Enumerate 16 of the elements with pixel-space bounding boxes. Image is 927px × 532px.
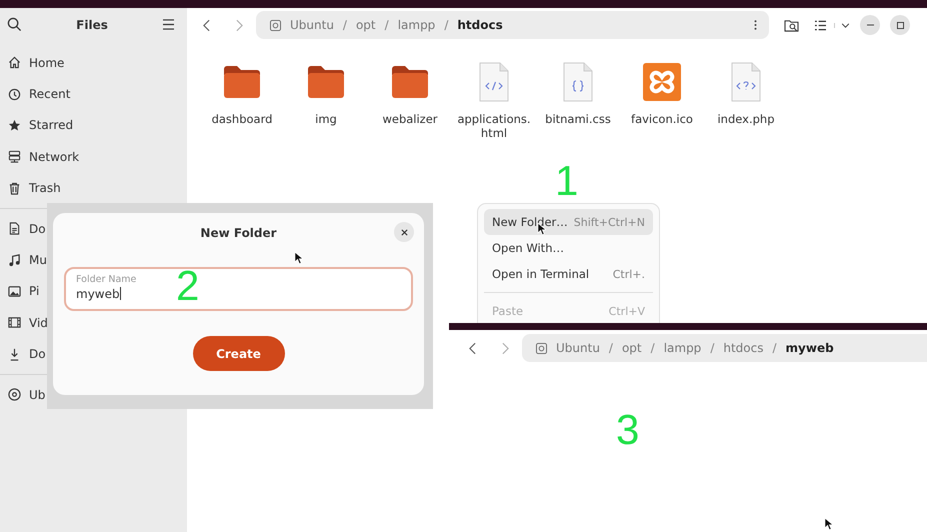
sidebar-title: Files [75, 18, 109, 32]
path-separator: / [444, 18, 448, 32]
shortcut-label: Shift+Ctrl+N [574, 216, 645, 228]
path-separator: / [772, 341, 777, 355]
field-label: Folder Name [76, 274, 138, 285]
step-number: 2 [176, 265, 200, 307]
path-separator: / [342, 18, 347, 32]
shortcut-label: Ctrl+. [612, 268, 645, 280]
path-separator: / [710, 341, 714, 355]
path-separator: / [384, 18, 389, 32]
step-number: 1 [555, 160, 578, 202]
path-separator: / [608, 341, 613, 355]
shortcut-label: Ctrl+V [608, 304, 645, 318]
path-separator: / [650, 341, 655, 355]
step-number: 3 [616, 409, 640, 451]
dialog-title: New Folder [200, 226, 277, 240]
